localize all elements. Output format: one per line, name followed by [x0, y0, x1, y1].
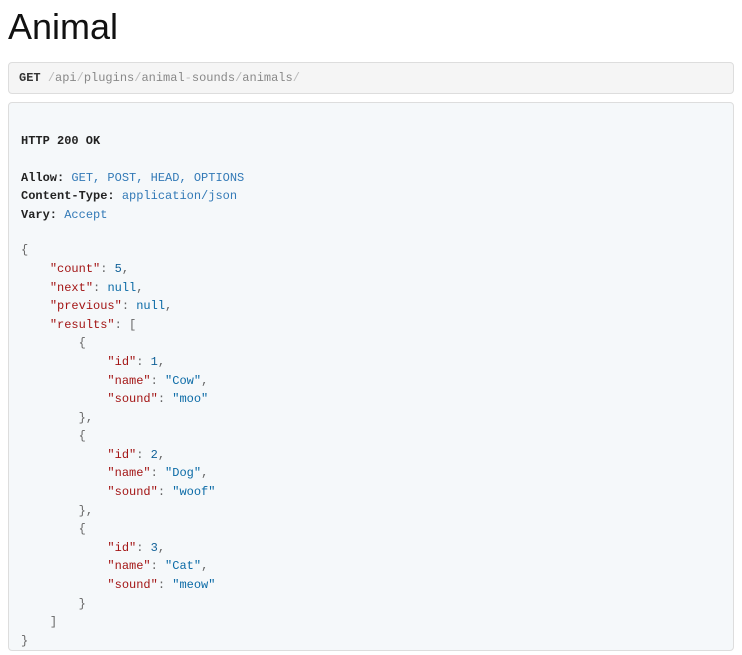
- request-bar: GET /api/plugins/animal-sounds/animals/: [8, 62, 734, 94]
- http-method: GET: [19, 71, 41, 85]
- request-path: /api/plugins/animal-sounds/animals/: [48, 71, 300, 85]
- status-line: HTTP 200 OK: [21, 134, 100, 148]
- page-title: Animal: [8, 6, 734, 48]
- response-block: HTTP 200 OK Allow: GET, POST, HEAD, OPTI…: [8, 102, 734, 651]
- response-body-json: { "count": 5, "next": null, "previous": …: [21, 243, 215, 647]
- response-headers: Allow: GET, POST, HEAD, OPTIONS Content-…: [21, 171, 244, 222]
